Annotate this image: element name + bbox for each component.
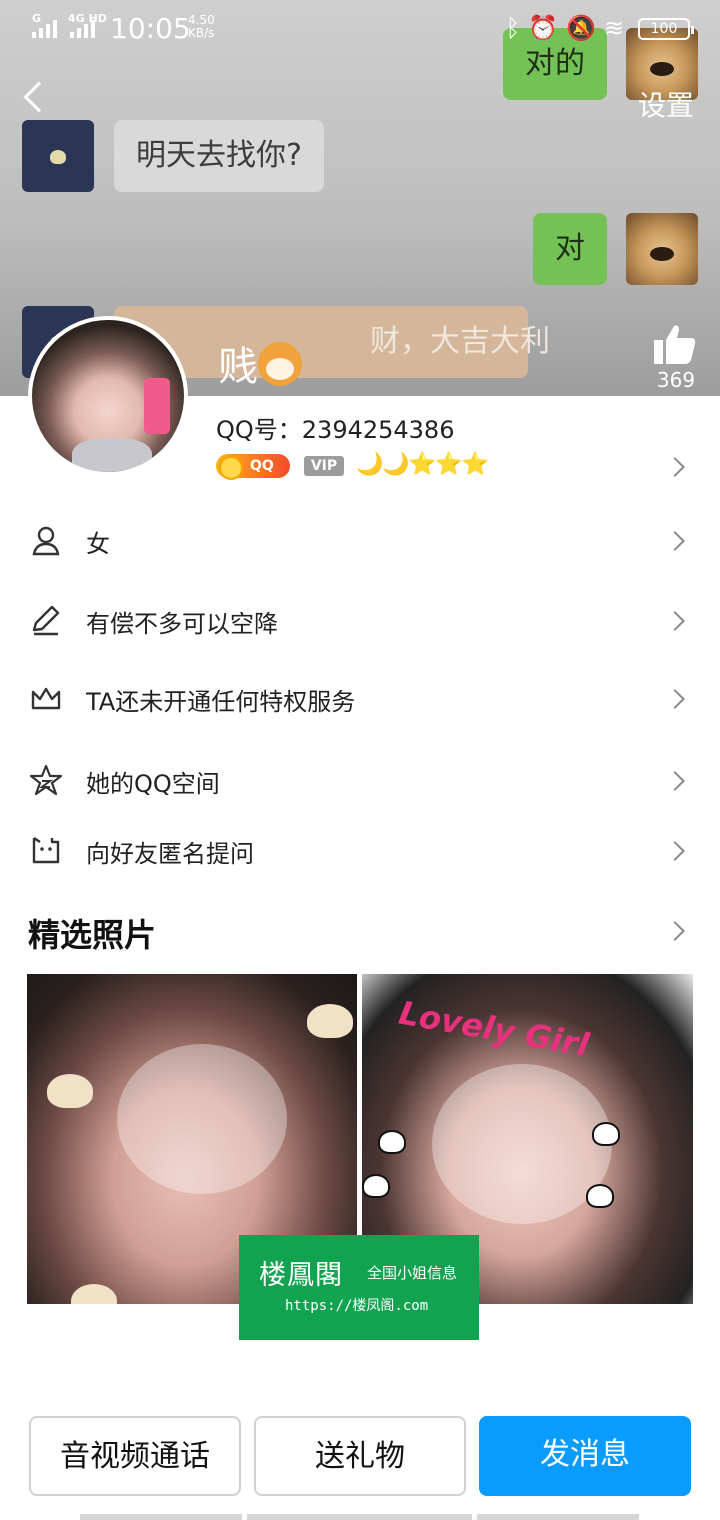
row-label: 有偿不多可以空降: [86, 610, 278, 638]
row-signature[interactable]: 有偿不多可以空降: [0, 586, 720, 656]
vip-badge: VIP: [304, 456, 344, 476]
badges-row[interactable]: QQ VIP 🌙🌙⭐⭐⭐: [216, 452, 496, 480]
chevron-right-icon: [665, 771, 685, 791]
star-icon: [30, 764, 62, 796]
qq-number: QQ号：2394254386: [216, 416, 455, 444]
row-label: 她的QQ空间: [86, 770, 220, 798]
settings-button[interactable]: 设置: [638, 84, 694, 124]
chevron-right-icon: [665, 531, 685, 551]
phone-case-decor: [144, 378, 170, 434]
status-time: 10:05: [110, 12, 191, 45]
photos-section-title: 精选照片: [28, 916, 157, 954]
row-label: 向好友匿名提问: [86, 840, 254, 868]
level-icons: 🌙🌙⭐⭐⭐: [356, 452, 489, 477]
profile-avatar[interactable]: [28, 316, 188, 476]
crown-icon: [31, 687, 61, 710]
pen-icon: [32, 605, 60, 636]
wifi-icon: ≋: [603, 14, 632, 42]
mute-icon: 🔕: [566, 14, 604, 42]
chevron-right-icon: [665, 841, 685, 861]
status-bar: G 4G HD 10:05 4.50 KB/s ᛒ⏰🔕≋ 100: [0, 0, 720, 56]
heart-sticker: [378, 1130, 406, 1154]
row-label: 女: [86, 530, 110, 558]
shirt-decor: [72, 438, 152, 472]
row-anonymous-question[interactable]: 向好友匿名提问: [0, 816, 720, 886]
qq-level-badge: QQ: [216, 454, 290, 480]
row-qzone[interactable]: 她的QQ空间: [0, 746, 720, 816]
row-label: TA还未开通任何特权服务: [86, 688, 356, 716]
question-box-icon: [32, 837, 60, 864]
chevron-right-icon: [665, 689, 685, 709]
watermark-url: https://楼凤阁.com: [285, 1298, 429, 1314]
watermark: 楼鳳閣 全国小姐信息 https://楼凤阁.com: [239, 1235, 479, 1340]
alarm-icon: ⏰: [528, 14, 566, 42]
watermark-title: 楼鳳閣: [259, 1260, 343, 1291]
shiba-emoji-icon: [258, 342, 302, 386]
nickname-text: 贱: [218, 344, 258, 390]
net-speed: 4.50 KB/s: [188, 14, 215, 40]
status-icons: ᛒ⏰🔕≋: [506, 14, 632, 42]
send-gift-button[interactable]: 送礼物: [254, 1416, 466, 1496]
back-arrow-icon[interactable]: [23, 81, 55, 113]
sparkle-overlay: [117, 1044, 287, 1194]
signal-label: G: [32, 12, 42, 25]
send-message-button[interactable]: 发消息: [479, 1416, 691, 1496]
battery-icon: 100: [638, 18, 694, 40]
row-gender[interactable]: 女: [0, 506, 720, 576]
heart-sticker: [586, 1184, 614, 1208]
chevron-right-icon[interactable]: [665, 921, 685, 941]
av-call-button[interactable]: 音视频通话: [29, 1416, 241, 1496]
bottom-divider: [80, 1514, 242, 1520]
bow-sticker: [307, 1004, 353, 1038]
lovely-girl-sticker: Lovely Girl: [396, 993, 592, 1065]
row-privilege[interactable]: TA还未开通任何特权服务: [0, 664, 720, 734]
profile-screen: 对的 明天去找你? 对 财，大吉大利 G 4G HD 10:05 4.50 KB…: [0, 0, 720, 1520]
chevron-right-icon[interactable]: [665, 457, 685, 477]
contact-avatar: [22, 120, 94, 192]
heart-sticker: [362, 1174, 390, 1198]
watermark-subtitle: 全国小姐信息: [367, 1264, 458, 1282]
sparkle-overlay: [432, 1064, 612, 1224]
heart-sticker: [592, 1122, 620, 1146]
bottom-divider: [477, 1514, 639, 1520]
dog-avatar: [626, 213, 698, 285]
like-count: 369: [656, 368, 696, 392]
bottom-divider: [247, 1514, 472, 1520]
chat-bubble-out: 对: [533, 213, 607, 285]
nickname: 贱: [218, 334, 302, 392]
chevron-right-icon: [665, 611, 685, 631]
bow-sticker: [47, 1074, 93, 1108]
chat-bubble-in: 明天去找你?: [114, 120, 324, 192]
person-icon: [32, 526, 60, 556]
signal-4g-label: 4G HD: [68, 12, 107, 25]
bow-sticker: [71, 1284, 117, 1304]
thumbs-up-icon[interactable]: [654, 324, 696, 364]
net-speed-unit: KB/s: [188, 26, 215, 40]
bluetooth-icon: ᛒ: [505, 14, 529, 42]
